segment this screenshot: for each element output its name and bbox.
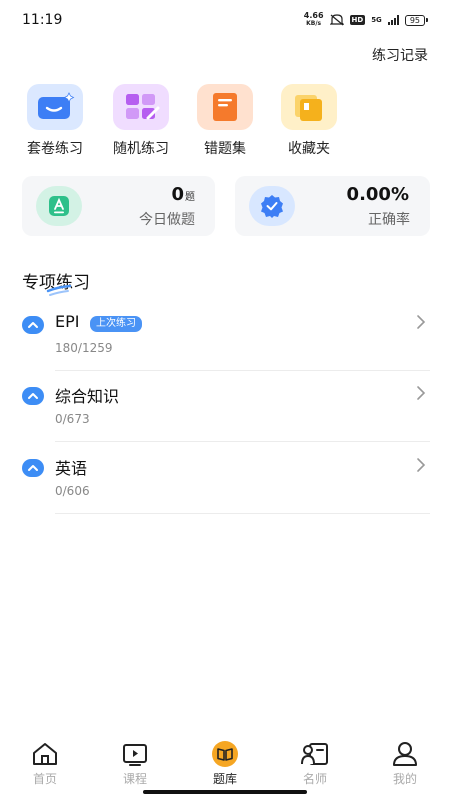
accuracy-value: 0.00%	[346, 184, 409, 205]
chevron-up-icon	[22, 459, 44, 477]
home-indicator[interactable]	[143, 790, 307, 794]
quick-entry-random[interactable]: 随机练习	[101, 84, 181, 158]
divider	[55, 513, 430, 514]
stat-card-today[interactable]: 0题 今日做题	[22, 176, 215, 236]
quick-entry-favorites[interactable]: 收藏夹	[269, 84, 349, 158]
home-icon	[30, 740, 60, 768]
practice-name: 综合知识	[55, 387, 120, 406]
status-bar: 11:19 4.66 KB/s HD 5G 95	[0, 0, 450, 40]
status-indicators: 4.66 KB/s HD 5G 95	[304, 12, 428, 28]
practice-record-link[interactable]: 练习记录	[372, 45, 428, 65]
chevron-up-icon	[22, 316, 44, 334]
chevron-right-icon	[417, 386, 426, 400]
nav-label: 课程	[122, 772, 147, 786]
net-speed-unit: KB/s	[306, 20, 322, 27]
quick-entry-label: 随机练习	[113, 141, 169, 157]
quick-entries: 套卷练习 随机练习 错题集 收藏夹	[0, 84, 450, 158]
divider	[55, 441, 430, 442]
nav-label: 题库	[212, 772, 237, 786]
teachers-icon	[300, 740, 330, 768]
battery-icon: 95	[404, 14, 428, 26]
nav-item-home[interactable]: 首页	[0, 740, 90, 787]
accuracy-label: 正确率	[368, 212, 410, 228]
practice-name: 英语	[55, 459, 88, 478]
net-speed-value: 4.66	[303, 11, 324, 20]
quick-entry-wrong-questions[interactable]: 错题集	[185, 84, 265, 158]
chevron-right-icon	[417, 458, 426, 472]
question-bank-icon	[210, 740, 240, 768]
nav-label: 首页	[32, 772, 57, 786]
quick-entry-label: 收藏夹	[288, 141, 330, 157]
chevron-up-icon	[22, 387, 44, 405]
quick-entry-paper-set[interactable]: 套卷练习	[15, 84, 95, 158]
practice-item-english[interactable]: 英语 0/606	[22, 455, 430, 526]
net-speed: 4.66 KB/s	[304, 12, 324, 28]
battery-level: 95	[404, 14, 425, 26]
divider	[55, 370, 430, 371]
nav-item-teachers[interactable]: 名师	[270, 740, 360, 787]
wrong-questions-icon	[197, 84, 253, 130]
practice-item-epi[interactable]: EPI 上次练习 180/1259	[22, 312, 430, 383]
mute-icon	[329, 14, 344, 26]
last-practice-badge: 上次练习	[90, 316, 142, 332]
practice-progress: 0/606	[55, 484, 90, 498]
nav-item-course[interactable]: 课程	[90, 740, 180, 787]
practice-item-general-knowledge[interactable]: 综合知识 0/673	[22, 383, 430, 454]
status-time: 11:19	[22, 12, 63, 28]
practice-name: EPI	[55, 312, 80, 331]
today-count-label: 今日做题	[139, 212, 195, 228]
hd-badge: HD	[349, 15, 366, 25]
random-practice-icon	[113, 84, 169, 130]
quick-entry-label: 套卷练习	[27, 141, 83, 157]
chevron-right-icon	[417, 315, 426, 329]
nav-label: 名师	[302, 772, 327, 786]
signal-icon	[387, 15, 399, 25]
nav-label: 我的	[392, 772, 417, 786]
stat-card-accuracy[interactable]: 0.00% 正确率	[235, 176, 430, 236]
accuracy-badge-icon	[249, 186, 295, 226]
course-icon	[120, 740, 150, 768]
practice-progress: 180/1259	[55, 341, 113, 355]
today-count-value: 0题	[171, 184, 195, 205]
title-underline-decoration	[46, 284, 72, 296]
practice-progress: 0/673	[55, 412, 90, 426]
favorites-icon	[281, 84, 337, 130]
profile-icon	[390, 740, 420, 768]
today-count-icon	[36, 186, 82, 226]
nav-item-question-bank[interactable]: 题库	[180, 740, 270, 787]
paper-set-icon	[27, 84, 83, 130]
network-type: 5G	[371, 16, 382, 24]
quick-entry-label: 错题集	[204, 141, 246, 157]
nav-item-profile[interactable]: 我的	[360, 740, 450, 787]
